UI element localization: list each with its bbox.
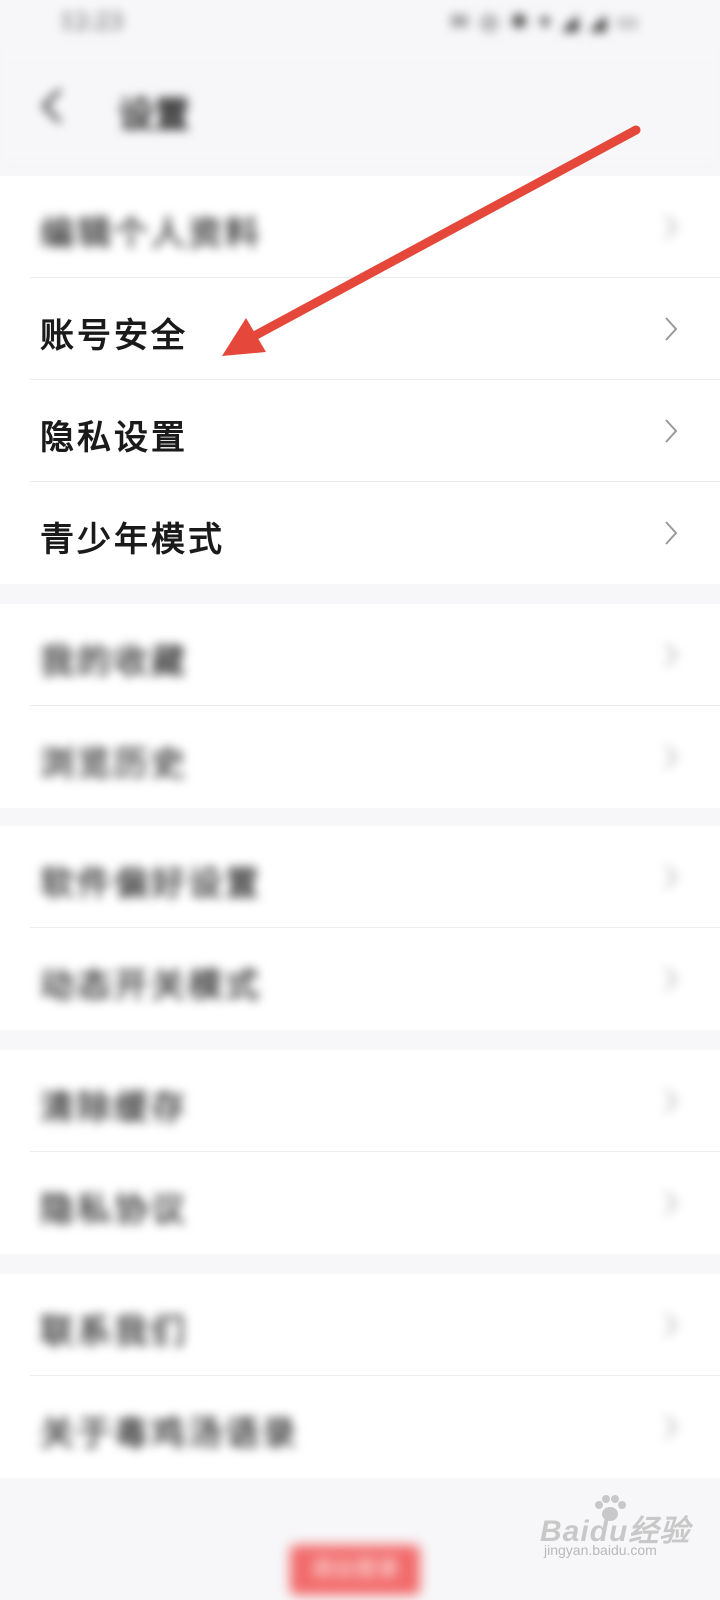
chevron-right-icon — [665, 317, 678, 341]
list-item-edit-profile[interactable]: 编辑个人资料 — [0, 176, 720, 278]
section-about: 联系我们 关于毒鸡汤语录 — [0, 1274, 720, 1478]
status-bar: 12:23 ✉ ◎ ✱ ▾ ◢ ◢ ▭ — [0, 0, 720, 50]
list-item-label: 清除缓存 — [40, 1088, 188, 1128]
chevron-right-icon — [665, 521, 678, 545]
list-item-clear-cache[interactable]: 清除缓存 — [0, 1050, 720, 1152]
settings-screen: 12:23 ✉ ◎ ✱ ▾ ◢ ◢ ▭ 设置 编辑个人资料 账号安全 隐私设置 … — [0, 0, 720, 1600]
section-storage: 清除缓存 隐私协议 — [0, 1050, 720, 1254]
list-item-teen-mode[interactable]: 青少年模式 — [0, 482, 720, 584]
chevron-right-icon — [665, 643, 678, 667]
list-item-contact-us[interactable]: 联系我们 — [0, 1274, 720, 1376]
list-item-label: 我的收藏 — [40, 642, 188, 682]
list-item-favorites[interactable]: 我的收藏 — [0, 604, 720, 706]
chevron-right-icon — [665, 215, 678, 239]
list-item-label: 联系我们 — [40, 1312, 188, 1352]
chevron-left-icon[interactable] — [38, 86, 64, 126]
section-collection: 我的收藏 浏览历史 — [0, 604, 720, 808]
list-item-label: 青少年模式 — [40, 520, 225, 560]
list-item-account-security[interactable]: 账号安全 — [0, 278, 720, 380]
section-account: 编辑个人资料 账号安全 隐私设置 青少年模式 — [0, 176, 720, 584]
list-item-label: 动态开关模式 — [40, 966, 262, 1006]
chevron-right-icon — [665, 1191, 678, 1215]
page-title: 设置 — [118, 94, 191, 136]
list-item-dynamic-mode[interactable]: 动态开关模式 — [0, 928, 720, 1030]
list-item-label: 编辑个人资料 — [40, 214, 262, 254]
status-time: 12:23 — [60, 10, 124, 35]
chevron-right-icon — [665, 745, 678, 769]
chevron-right-icon — [665, 419, 678, 443]
logout-button[interactable]: 退出登录 — [290, 1545, 420, 1595]
list-item-label: 浏览历史 — [40, 744, 188, 784]
status-icons: ✉ ◎ ✱ ▾ ◢ ◢ ▭ — [450, 10, 640, 35]
section-preferences: 软件偏好设置 动态开关模式 — [0, 826, 720, 1030]
list-item-label: 软件偏好设置 — [40, 864, 262, 904]
list-item-history[interactable]: 浏览历史 — [0, 706, 720, 808]
chevron-right-icon — [665, 967, 678, 991]
watermark-url: jingyan.baidu.com — [544, 1542, 657, 1558]
chevron-right-icon — [665, 1313, 678, 1337]
list-item-privacy-policy[interactable]: 隐私协议 — [0, 1152, 720, 1254]
list-item-label: 隐私设置 — [40, 418, 188, 458]
baidu-watermark: Baidu经验 jingyan.baidu.com — [540, 1494, 710, 1564]
list-item-label: 隐私协议 — [40, 1190, 188, 1230]
list-item-about[interactable]: 关于毒鸡汤语录 — [0, 1376, 720, 1478]
list-item-privacy-settings[interactable]: 隐私设置 — [0, 380, 720, 482]
chevron-right-icon — [665, 1415, 678, 1439]
list-item-label: 账号安全 — [40, 316, 188, 356]
chevron-right-icon — [665, 1089, 678, 1113]
list-item-label: 关于毒鸡汤语录 — [40, 1414, 299, 1454]
logout-label: 退出登录 — [310, 1557, 399, 1582]
list-item-preferences[interactable]: 软件偏好设置 — [0, 826, 720, 928]
chevron-right-icon — [665, 865, 678, 889]
header: 设置 — [0, 50, 720, 160]
